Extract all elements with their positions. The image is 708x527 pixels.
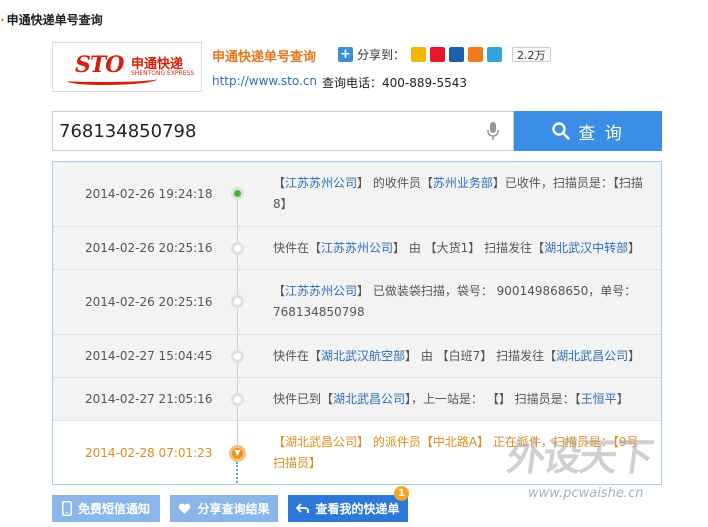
tracking-time: 2014-02-26 19:24:18 (85, 187, 213, 201)
my-express-label: 查看我的快递单 (315, 502, 400, 516)
tracking-row: 2014-02-26 20:25:16 【江苏苏州公司】 已做装袋扫描，袋号： … (53, 270, 661, 335)
share-result-button[interactable]: 分享查询结果 (170, 495, 278, 522)
tracking-time: 2014-02-27 15:04:45 (85, 349, 213, 363)
douban-icon[interactable] (468, 47, 484, 62)
search-button-label: 查 询 (578, 123, 624, 144)
timeline-dot (231, 393, 244, 406)
search-button[interactable]: 查 询 (514, 111, 662, 151)
share-label: 分享到： (357, 48, 406, 62)
desc-text: 【 (273, 435, 286, 449)
place-link[interactable]: 王恒平 (581, 392, 617, 406)
logo-text: STO (75, 52, 124, 78)
place-link[interactable]: 湖北武昌公司 (333, 392, 405, 406)
sms-notify-button[interactable]: 免费短信通知 (52, 495, 160, 522)
share-result-label: 分享查询结果 (197, 502, 270, 516)
heart-icon (179, 503, 191, 514)
desc-text: 快件在【 (273, 349, 322, 363)
timeline-dot-start (231, 187, 244, 200)
qzone-icon[interactable] (411, 47, 427, 62)
desc-text: 】 (628, 349, 641, 363)
place-link[interactable]: 江苏苏州公司 (285, 284, 357, 298)
app-title: 申通快递单号查询 (212, 50, 317, 65)
desc-text: 快件已到【 (273, 392, 334, 406)
watermark-url: www.pcwaishe.cn (528, 486, 644, 501)
desc-text: 快件在【 (273, 241, 322, 255)
place-link[interactable]: 江苏苏州公司 (285, 176, 357, 190)
timeline-line-current (236, 462, 238, 484)
tracking-time: 2014-02-27 21:05:16 (85, 392, 213, 406)
tracking-row: 2014-02-26 19:24:18 【江苏苏州公司】 的收件员【苏州业务部】… (53, 162, 661, 227)
share-bar: + 分享到： 2.2万 (338, 46, 551, 63)
watermark-logo: 外设天下 (504, 434, 655, 479)
share-count: 2.2万 (512, 47, 551, 62)
phone-icon (61, 501, 72, 516)
share-plus-icon[interactable]: + (338, 47, 353, 62)
tracking-desc: 快件在【湖北武汉航空部】 由 【白班7】 扫描发往【湖北武昌公司】 (273, 346, 645, 367)
phone-number: 查询电话：400-889-5543 (322, 76, 468, 90)
tracking-row: 2014-02-27 15:04:45 快件在【湖北武汉航空部】 由 【白班7】… (53, 335, 661, 378)
desc-text: 【 (273, 284, 286, 298)
desc-text: 【 (273, 176, 286, 190)
tracking-desc: 快件在【江苏苏州公司】 由 【大货1】 扫描发往【湖北武汉中转部】 (273, 238, 645, 259)
place-link[interactable]: 湖北武昌公司 (556, 349, 628, 363)
place-link[interactable]: 江苏苏州公司 (321, 241, 393, 255)
tracking-number-input[interactable] (59, 112, 479, 150)
timeline-line (237, 194, 238, 446)
tracking-row: 2014-02-27 21:05:16 快件已到【湖北武昌公司】，上一站是： 【… (53, 378, 661, 421)
desc-text: 】 的派件员【 (357, 435, 433, 449)
tracking-desc: 【江苏苏州公司】 已做装袋扫描，袋号： 900149868650，单号：7681… (273, 281, 645, 323)
microphone-icon[interactable] (487, 122, 499, 141)
desc-text: 】，上一站是： 【】 扫描员是：【 (405, 392, 581, 406)
tracking-time: 2014-02-26 20:25:16 (85, 295, 213, 309)
place-link[interactable]: 苏州业务部 (433, 176, 493, 190)
weibo-icon[interactable] (430, 47, 446, 62)
place-link[interactable]: 湖北武汉中转部 (544, 241, 628, 255)
site-url-link[interactable]: http://www.sto.cn (212, 74, 317, 88)
timeline-dot (231, 242, 244, 255)
tracking-row: 2014-02-26 20:25:16 快件在【江苏苏州公司】 由 【大货1】 … (53, 227, 661, 270)
renren-icon[interactable] (449, 47, 465, 62)
place-link[interactable]: 湖北武昌公司 (285, 435, 357, 449)
tracking-desc: 快件已到【湖北武昌公司】，上一站是： 【】 扫描员是：【王恒平】 (273, 389, 645, 410)
my-express-button[interactable]: 查看我的快递单 (288, 495, 408, 522)
tencent-weibo-icon[interactable] (487, 47, 503, 62)
tracking-time: 2014-02-26 20:25:16 (85, 241, 213, 255)
search-box (52, 111, 514, 151)
tracking-desc: 【江苏苏州公司】 的收件员【苏州业务部】已收件，扫描员是：【扫描8】 (273, 173, 645, 215)
tracking-time: 2014-02-28 07:01:23 (85, 446, 213, 460)
place-link[interactable]: 湖北武汉航空部 (321, 349, 405, 363)
desc-text: 】 由 【白班7】 扫描发往【 (405, 349, 557, 363)
desc-text: 】 由 【大货1】 扫描发往【 (393, 241, 545, 255)
notification-badge: 1 (394, 486, 409, 501)
desc-text: 】 的收件员【 (357, 176, 433, 190)
desc-text: 】 (616, 392, 629, 406)
place-link[interactable]: 中北路A (433, 435, 477, 449)
sto-logo: STO 申通快递 SHENTONG EXPRESS (52, 42, 202, 92)
search-icon (552, 122, 571, 140)
sms-notify-label: 免费短信通知 (77, 502, 150, 516)
page-title: · 申通快递单号查询 (0, 13, 103, 27)
logo-en: SHENTONG EXPRESS (131, 70, 195, 77)
chevron-down-icon: ▼ (234, 448, 241, 457)
desc-text: 】 (628, 241, 641, 255)
timeline-dot (231, 295, 244, 308)
timeline-dot (231, 350, 244, 363)
back-arrow-icon (296, 503, 310, 513)
